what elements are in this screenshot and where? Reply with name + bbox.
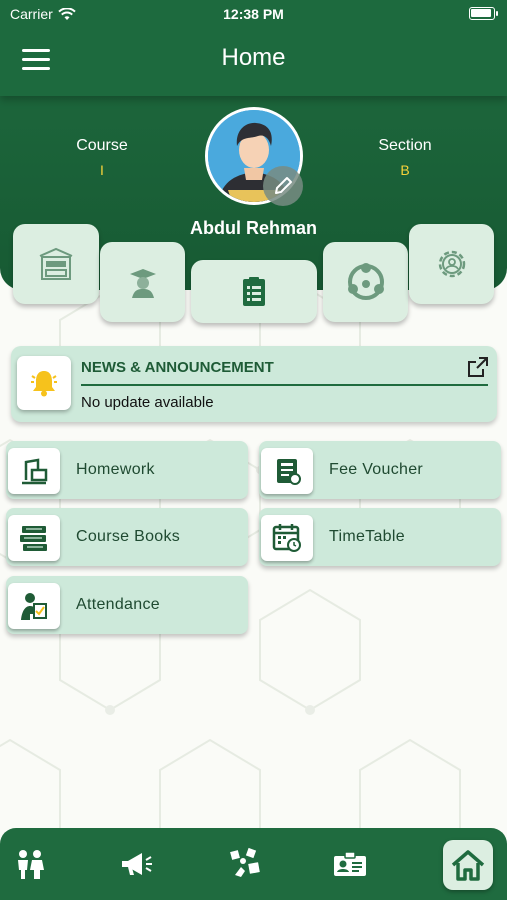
fee-voucher-icon-box [261,448,313,494]
menu-course-books[interactable]: Course Books [6,508,248,566]
edit-avatar-button[interactable] [263,166,303,206]
tile-settings[interactable] [409,224,494,304]
nav-announcements[interactable] [116,846,156,882]
page-title: Home [221,44,286,71]
megaphone-icon [122,853,152,875]
nav-students[interactable] [10,846,50,882]
books-icon-box [8,515,60,561]
menu-label-homework: Homework [76,461,155,478]
menu-timetable[interactable]: TimeTable [259,508,501,566]
battery-icon [469,7,498,20]
news-message: No update available [81,394,214,411]
menu-fee-voucher[interactable]: Fee Voucher [259,441,501,499]
bottom-navigation [0,828,507,900]
menu-label-course-books: Course Books [76,528,181,545]
course-label: Course [76,137,128,154]
home-icon [451,850,485,881]
menu-homework[interactable]: Homework [6,441,248,499]
nav-activities[interactable] [225,846,265,882]
pencil-icon [275,177,292,194]
section-label: Section [378,137,432,154]
document-list-icon [243,276,265,306]
section-info: Section B [365,137,445,178]
menu-label-fee-voucher: Fee Voucher [329,461,424,478]
settings-gear-icon [438,250,465,278]
course-info: Course I [62,137,142,178]
menu-attendance[interactable]: Attendance [6,576,248,634]
calendar-clock-icon [272,524,301,552]
nav-home[interactable] [443,840,493,890]
students-icon [18,850,44,879]
activities-icon [230,847,260,877]
homework-icon [22,458,48,485]
tile-graduate[interactable] [100,242,185,322]
id-card-icon [334,851,366,876]
external-link-icon[interactable] [467,356,489,378]
attendance-icon-box [8,583,60,629]
graduate-icon [129,269,156,298]
section-value: B [400,162,410,178]
tile-documents[interactable] [191,260,317,323]
homework-icon-box [8,448,60,494]
news-icon-box [17,356,71,410]
menu-label-timetable: TimeTable [329,528,405,545]
fee-voucher-icon [277,459,301,485]
tile-team[interactable] [323,242,408,322]
news-title: NEWS & ANNOUNCEMENT [81,359,274,376]
attendance-icon [21,593,47,620]
nav-id-card[interactable] [330,846,370,882]
tile-school[interactable] [13,224,99,304]
menu-label-attendance: Attendance [76,596,160,613]
bell-icon [31,371,57,397]
school-building-icon [39,247,73,280]
books-icon [20,526,47,551]
timetable-icon-box [261,515,313,561]
clock: 12:38 PM [223,6,284,22]
news-announcement-card[interactable]: NEWS & ANNOUNCEMENT No update available [11,346,497,422]
status-bar: Carrier 12:38 PM [0,0,507,28]
team-network-icon [347,263,384,300]
news-divider [81,384,488,386]
course-value: I [100,162,104,178]
